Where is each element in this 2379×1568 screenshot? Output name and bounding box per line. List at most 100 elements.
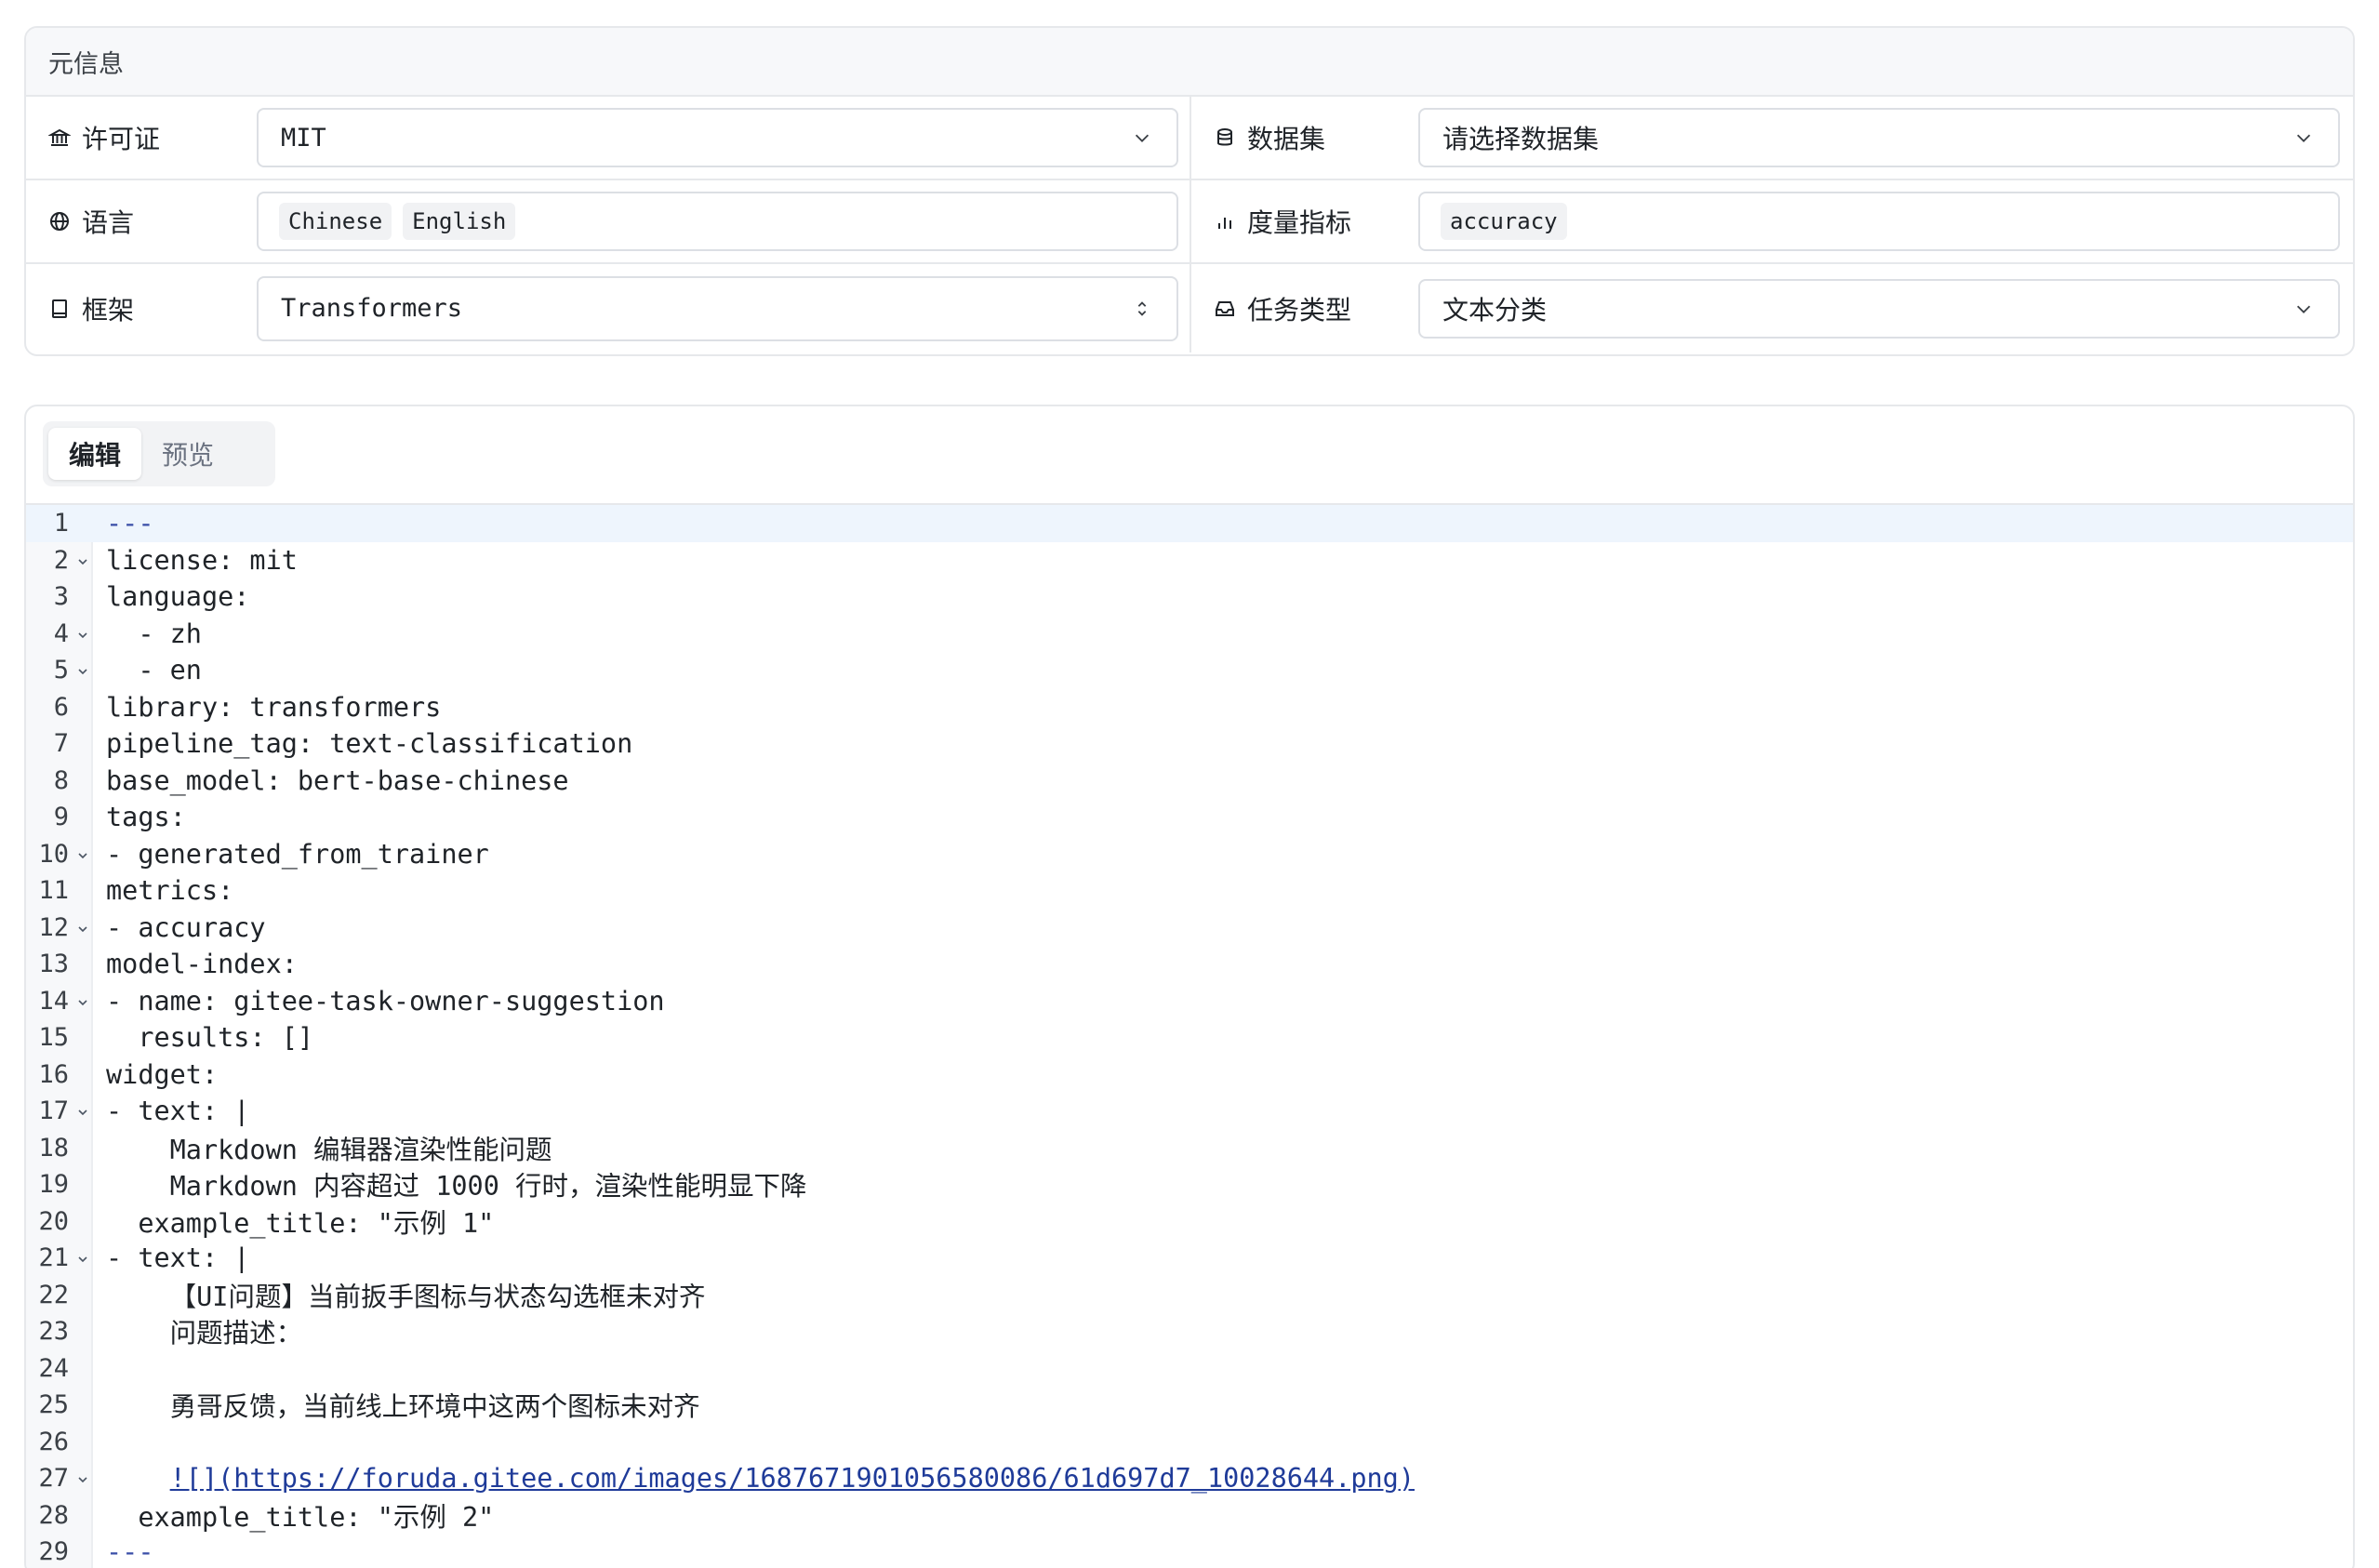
framework-select[interactable]: Transformers [257,275,1178,341]
line-number: 7 [53,729,69,759]
language-tag-chinese[interactable]: Chinese [279,203,392,240]
code-line[interactable]: 15 results: [] [26,1019,2353,1056]
code-line[interactable]: 1 --- [26,505,2353,542]
code-line[interactable]: 20 example_title: "示例 1" [26,1203,2353,1241]
fold-chevron-icon[interactable] [76,1106,89,1119]
fold-chevron-icon[interactable] [76,1253,89,1266]
code-line[interactable]: 17 - text: | [26,1093,2353,1130]
line-number: 15 [38,1023,69,1053]
line-number: 6 [53,692,69,722]
tab-edit[interactable]: 编辑 [48,428,142,480]
language-multiselect[interactable]: Chinese English [257,192,1178,251]
meta-info-title: 元信息 [26,28,2353,97]
fold-chevron-icon[interactable] [76,996,89,1009]
code-line[interactable]: 10 - generated_from_trainer [26,836,2353,873]
code-editor[interactable]: 1 --- 2 license: mit 3 language: 4 - zh 5 - en 6… [26,505,2353,1568]
code-line[interactable]: 14 - name: gitee-task-owner-suggestion [26,983,2353,1020]
code-line[interactable]: 6 library: transformers [26,689,2353,726]
metrics-row: 度量指标 accuracy [1191,180,2353,264]
code-line[interactable]: 7 pipeline_tag: text-classification [26,725,2353,763]
line-text: 勇哥反馈，当前线上环境中这两个图标未对齐 [106,1391,700,1423]
line-text: results: [] [106,1022,314,1054]
chevron-up-down-icon [1137,300,1147,316]
task-type-select[interactable]: 文本分类 [1418,278,2340,339]
metrics-multiselect[interactable]: accuracy [1418,192,2340,251]
fold-chevron-icon[interactable] [76,665,89,678]
dataset-select[interactable]: 请选择数据集 [1418,108,2340,167]
image-link[interactable]: ![](https://foruda.gitee.com/images/1687… [170,1463,1415,1494]
line-number: 19 [38,1170,69,1200]
line-text: --- [106,508,154,539]
line-text: example_title: "示例 1" [106,1207,495,1239]
editor-toolbar: 编辑 预览 [26,406,2353,505]
code-line[interactable]: 23 问题描述： [26,1313,2353,1350]
line-number: 3 [53,582,69,612]
line-text: model-index: [106,949,298,980]
code-line[interactable]: 4 - zh [26,616,2353,653]
code-line[interactable]: 9 tags: [26,799,2353,836]
line-text: Markdown 内容超过 1000 行时，渲染性能明显下降 [106,1171,807,1203]
code-line[interactable]: 11 metrics: [26,872,2353,910]
line-number: 9 [53,803,69,832]
license-row: 许可证 MIT [26,97,1191,180]
line-number: 8 [53,765,69,795]
dataset-placeholder: 请选择数据集 [1442,124,1600,154]
line-text: 问题描述： [106,1318,303,1349]
line-number: 1 [53,509,69,538]
markdown-editor-panel: 编辑 预览 1 --- 2 license: mit 3 language: 4 - zh 5… [24,405,2355,1568]
line-number: 10 [38,839,69,869]
code-lines[interactable]: 1 --- 2 license: mit 3 language: 4 - zh 5 - en 6… [26,505,2353,1568]
code-line[interactable]: 5 - en [26,652,2353,689]
code-line[interactable]: 27 ![](https://foruda.gitee.com/images/1… [26,1460,2353,1497]
line-number: 21 [38,1243,69,1273]
editor-tabs: 编辑 预览 [43,421,275,486]
line-number: 26 [38,1427,69,1456]
line-number: 17 [38,1096,69,1126]
code-line[interactable]: 25 勇哥反馈，当前线上环境中这两个图标未对齐 [26,1387,2353,1424]
line-text: - accuracy [106,911,266,943]
metrics-label: 度量指标 [1247,207,1352,238]
code-line[interactable]: 28 example_title: "示例 2" [26,1497,2353,1535]
fold-chevron-icon[interactable] [76,1473,89,1486]
framework-label: 框架 [82,294,135,326]
license-select[interactable]: MIT [257,108,1178,167]
line-text: - en [106,655,202,686]
fold-chevron-icon[interactable] [76,849,89,862]
metric-tag-accuracy[interactable]: accuracy [1441,203,1567,240]
line-text: tags: [106,802,186,833]
code-line[interactable]: 22 【UI问题】当前扳手图标与状态勾选框未对齐 [26,1277,2353,1314]
globe-icon [50,212,69,231]
code-line[interactable]: 12 - accuracy [26,910,2353,947]
line-number: 20 [38,1206,69,1236]
code-line[interactable]: 24 [26,1350,2353,1388]
line-text: - text: | [106,1096,250,1127]
code-line[interactable]: 16 widget: [26,1056,2353,1094]
line-number: 25 [38,1390,69,1420]
license-label: 许可证 [82,124,161,154]
meta-info-panel: 元信息 许可证 MIT 数据集 请选择数据集 语言 Chinese Englis… [24,26,2355,356]
fold-chevron-icon[interactable] [76,555,89,568]
bank-icon [48,128,71,146]
code-line[interactable]: 19 Markdown 内容超过 1000 行时，渲染性能明显下降 [26,1166,2353,1203]
meta-info-grid: 许可证 MIT 数据集 请选择数据集 语言 Chinese English 度量… [26,97,2353,352]
chevron-down-icon [2296,305,2311,313]
code-line[interactable]: 2 license: mit [26,542,2353,579]
code-line[interactable]: 21 - text: | [26,1240,2353,1277]
fold-chevron-icon[interactable] [76,923,89,936]
code-line[interactable]: 3 language: [26,578,2353,616]
line-text: - text: | [106,1242,250,1274]
line-text: ![](https://foruda.gitee.com/images/1687… [106,1463,1415,1494]
code-line[interactable]: 18 Markdown 编辑器渲染性能问题 [26,1130,2353,1167]
line-text: base_model: bert-base-chinese [106,764,569,796]
code-line[interactable]: 8 base_model: bert-base-chinese [26,763,2353,800]
line-text: 【UI问题】当前扳手图标与状态勾选框未对齐 [106,1281,706,1312]
code-line[interactable]: 26 [26,1424,2353,1461]
language-tag-english[interactable]: English [403,203,516,240]
language-row: 语言 Chinese English [26,180,1191,264]
code-line[interactable]: 13 model-index: [26,946,2353,983]
chevron-down-icon [2296,134,2311,142]
dataset-label: 数据集 [1247,124,1326,154]
fold-chevron-icon[interactable] [76,629,89,642]
tab-preview[interactable]: 预览 [141,428,234,480]
code-line[interactable]: 29 --- [26,1534,2353,1568]
